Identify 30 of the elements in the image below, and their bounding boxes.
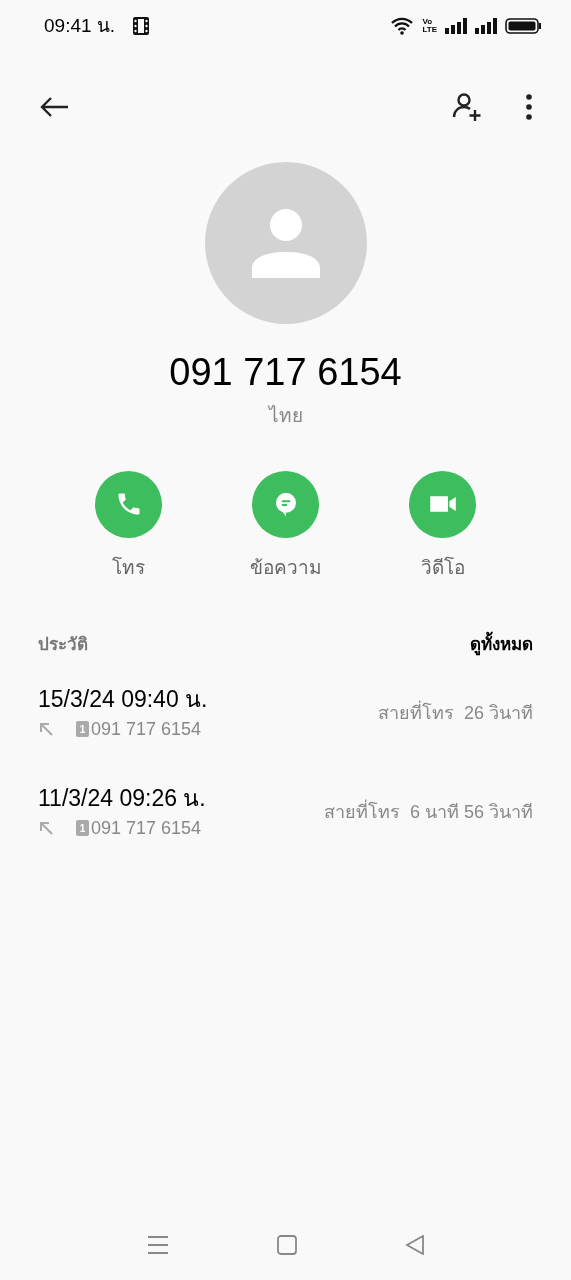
call-number: 091 717 6154 [91,816,202,840]
history-heading: ประวัติ [38,634,88,656]
add-person-icon [451,91,483,123]
outgoing-arrow-icon [38,820,54,836]
film-icon [133,17,150,35]
phone-number: 091 717 6154 [169,350,402,395]
home-square-icon[interactable] [276,1235,297,1255]
back-arrow-icon [38,95,70,119]
signal-icon [445,18,467,34]
person-icon [250,208,321,278]
see-all-link[interactable]: ดูทั้งหมด [470,632,533,658]
call-log-row[interactable]: 11/3/24 09:26 น. 1 091 717 6154 สายที่โทร 6 นาที 56 วินาที [38,782,533,842]
menu-icon[interactable] [146,1235,169,1255]
status-time: 09:41 น. [44,13,116,38]
volte-label: Vo LTE [422,18,437,34]
call-duration: สายที่โทร 6 นาที 56 วินาที [323,798,533,824]
call-number: 091 717 6154 [91,717,202,741]
sim-badge: 1 [76,721,89,737]
call-log-row[interactable]: 15/3/24 09:40 น. 1 091 717 6154 สายที่โทร 26 วินาที [38,683,533,743]
battery-icon [505,18,541,34]
wifi-icon [390,17,415,35]
back-triangle-icon[interactable] [404,1235,425,1255]
call-datetime: 11/3/24 09:26 น. [38,783,206,813]
call-datetime: 15/3/24 09:40 น. [38,684,208,714]
signal-icon [475,18,497,34]
outgoing-arrow-icon [38,721,54,737]
more-options-icon [525,93,533,121]
location-label: ไทย [268,404,303,428]
call-duration: สายที่โทร 26 วินาที [377,699,533,725]
sim-badge: 1 [76,820,89,836]
